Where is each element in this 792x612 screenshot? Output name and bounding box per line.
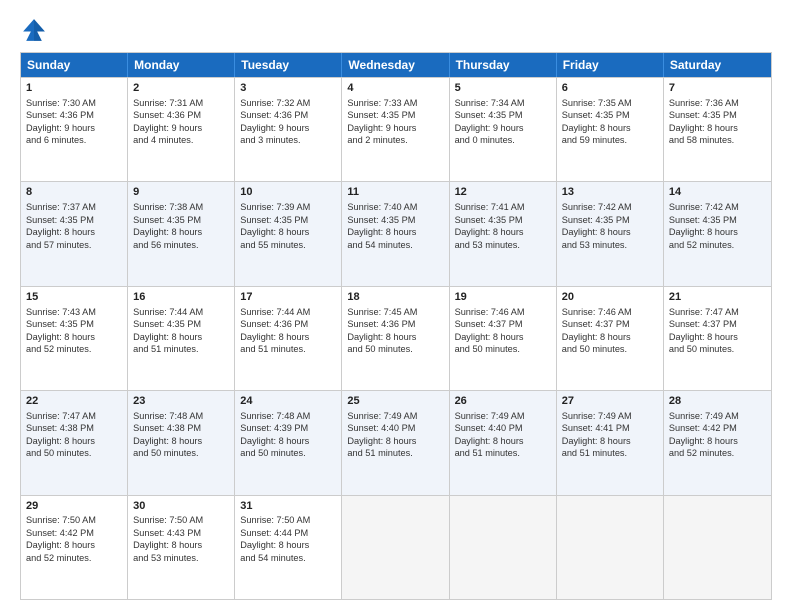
- calendar-cell: 19Sunrise: 7:46 AM Sunset: 4:37 PM Dayli…: [450, 287, 557, 390]
- calendar-cell: 2Sunrise: 7:31 AM Sunset: 4:36 PM Daylig…: [128, 78, 235, 181]
- calendar-cell: 28Sunrise: 7:49 AM Sunset: 4:42 PM Dayli…: [664, 391, 771, 494]
- calendar-cell: 8Sunrise: 7:37 AM Sunset: 4:35 PM Daylig…: [21, 182, 128, 285]
- calendar-cell: 29Sunrise: 7:50 AM Sunset: 4:42 PM Dayli…: [21, 496, 128, 599]
- calendar-cell: 24Sunrise: 7:48 AM Sunset: 4:39 PM Dayli…: [235, 391, 342, 494]
- calendar-cell: 30Sunrise: 7:50 AM Sunset: 4:43 PM Dayli…: [128, 496, 235, 599]
- logo: [20, 16, 52, 44]
- calendar-cell: [450, 496, 557, 599]
- header-cell-wednesday: Wednesday: [342, 53, 449, 77]
- calendar-cell: 6Sunrise: 7:35 AM Sunset: 4:35 PM Daylig…: [557, 78, 664, 181]
- calendar-cell: 13Sunrise: 7:42 AM Sunset: 4:35 PM Dayli…: [557, 182, 664, 285]
- calendar-cell: [557, 496, 664, 599]
- calendar-cell: 3Sunrise: 7:32 AM Sunset: 4:36 PM Daylig…: [235, 78, 342, 181]
- calendar-cell: 27Sunrise: 7:49 AM Sunset: 4:41 PM Dayli…: [557, 391, 664, 494]
- calendar-cell: 17Sunrise: 7:44 AM Sunset: 4:36 PM Dayli…: [235, 287, 342, 390]
- header-cell-tuesday: Tuesday: [235, 53, 342, 77]
- calendar-cell: [342, 496, 449, 599]
- header-cell-friday: Friday: [557, 53, 664, 77]
- calendar-cell: 15Sunrise: 7:43 AM Sunset: 4:35 PM Dayli…: [21, 287, 128, 390]
- calendar-cell: [664, 496, 771, 599]
- calendar-cell: 26Sunrise: 7:49 AM Sunset: 4:40 PM Dayli…: [450, 391, 557, 494]
- calendar-cell: 4Sunrise: 7:33 AM Sunset: 4:35 PM Daylig…: [342, 78, 449, 181]
- calendar-cell: 18Sunrise: 7:45 AM Sunset: 4:36 PM Dayli…: [342, 287, 449, 390]
- calendar-cell: 23Sunrise: 7:48 AM Sunset: 4:38 PM Dayli…: [128, 391, 235, 494]
- calendar-cell: 14Sunrise: 7:42 AM Sunset: 4:35 PM Dayli…: [664, 182, 771, 285]
- calendar-cell: 9Sunrise: 7:38 AM Sunset: 4:35 PM Daylig…: [128, 182, 235, 285]
- calendar-cell: 7Sunrise: 7:36 AM Sunset: 4:35 PM Daylig…: [664, 78, 771, 181]
- header: [20, 16, 772, 44]
- calendar-cell: 12Sunrise: 7:41 AM Sunset: 4:35 PM Dayli…: [450, 182, 557, 285]
- header-cell-sunday: Sunday: [21, 53, 128, 77]
- calendar-cell: 11Sunrise: 7:40 AM Sunset: 4:35 PM Dayli…: [342, 182, 449, 285]
- calendar-cell: 5Sunrise: 7:34 AM Sunset: 4:35 PM Daylig…: [450, 78, 557, 181]
- calendar-cell: 10Sunrise: 7:39 AM Sunset: 4:35 PM Dayli…: [235, 182, 342, 285]
- calendar-row: 15Sunrise: 7:43 AM Sunset: 4:35 PM Dayli…: [21, 286, 771, 390]
- calendar-body: 1Sunrise: 7:30 AM Sunset: 4:36 PM Daylig…: [21, 77, 771, 599]
- calendar-row: 22Sunrise: 7:47 AM Sunset: 4:38 PM Dayli…: [21, 390, 771, 494]
- calendar-row: 1Sunrise: 7:30 AM Sunset: 4:36 PM Daylig…: [21, 77, 771, 181]
- calendar-cell: 25Sunrise: 7:49 AM Sunset: 4:40 PM Dayli…: [342, 391, 449, 494]
- page: SundayMondayTuesdayWednesdayThursdayFrid…: [0, 0, 792, 612]
- header-cell-thursday: Thursday: [450, 53, 557, 77]
- calendar: SundayMondayTuesdayWednesdayThursdayFrid…: [20, 52, 772, 600]
- calendar-row: 8Sunrise: 7:37 AM Sunset: 4:35 PM Daylig…: [21, 181, 771, 285]
- calendar-cell: 16Sunrise: 7:44 AM Sunset: 4:35 PM Dayli…: [128, 287, 235, 390]
- calendar-cell: 1Sunrise: 7:30 AM Sunset: 4:36 PM Daylig…: [21, 78, 128, 181]
- calendar-cell: 31Sunrise: 7:50 AM Sunset: 4:44 PM Dayli…: [235, 496, 342, 599]
- calendar-cell: 20Sunrise: 7:46 AM Sunset: 4:37 PM Dayli…: [557, 287, 664, 390]
- calendar-header: SundayMondayTuesdayWednesdayThursdayFrid…: [21, 53, 771, 77]
- logo-icon: [20, 16, 48, 44]
- calendar-cell: 22Sunrise: 7:47 AM Sunset: 4:38 PM Dayli…: [21, 391, 128, 494]
- calendar-cell: 21Sunrise: 7:47 AM Sunset: 4:37 PM Dayli…: [664, 287, 771, 390]
- header-cell-saturday: Saturday: [664, 53, 771, 77]
- calendar-row: 29Sunrise: 7:50 AM Sunset: 4:42 PM Dayli…: [21, 495, 771, 599]
- header-cell-monday: Monday: [128, 53, 235, 77]
